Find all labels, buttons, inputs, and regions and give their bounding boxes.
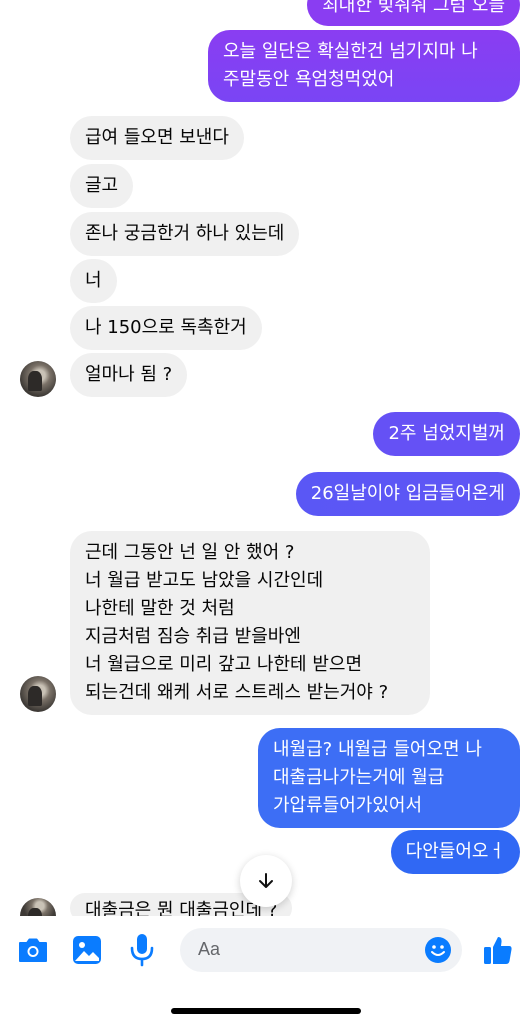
contact-avatar[interactable] (20, 361, 56, 397)
message-bubble-incoming[interactable]: 존나 궁금한거 하나 있는데 (70, 212, 300, 256)
message-bubble-incoming[interactable]: 너 (70, 259, 117, 303)
like-button[interactable] (480, 932, 516, 968)
message-bubble-outgoing[interactable]: 26일날이야 입금들어온게 (295, 472, 520, 516)
contact-avatar[interactable] (20, 898, 56, 918)
message-input[interactable]: Aa (180, 928, 462, 972)
message-input-placeholder: Aa (198, 939, 221, 959)
arrow-down-icon (259, 873, 273, 888)
home-indicator (171, 1008, 361, 1014)
scroll-to-bottom-button[interactable] (240, 855, 292, 907)
message-bubble-outgoing[interactable]: 내월급? 내월급 들어오면 나 대출금나가는거에 월급 가압류들어가있어서 (258, 728, 520, 828)
gallery-icon (73, 936, 101, 964)
contact-avatar[interactable] (20, 676, 56, 712)
camera-icon (19, 938, 47, 962)
like-icon (484, 937, 512, 964)
message-bubble-incoming[interactable]: 근데 그동안 넌 일 안 했어 ? 너 월급 받고도 남았을 시간인데 나한테 … (70, 531, 430, 715)
microphone-icon (130, 934, 154, 967)
voice-button[interactable] (124, 932, 160, 968)
message-bubble-incoming[interactable]: 나 150으로 독촉한거 (70, 306, 262, 350)
gallery-button[interactable] (69, 932, 105, 968)
message-bubble-incoming[interactable]: 얼마나 됨 ? (70, 353, 188, 397)
chat-screen: 최대한 빚줘줘 그럼 오늘 오늘 일단은 확실한건 넘기지마 나 주말동안 욕엄… (0, 0, 528, 1024)
camera-button[interactable] (15, 932, 51, 968)
message-bubble-incoming[interactable]: 글고 (70, 164, 134, 208)
message-bubble-incoming[interactable]: 급여 들오면 보낸다 (70, 116, 244, 160)
emoji-icon[interactable] (424, 936, 452, 964)
message-bubble-outgoing[interactable]: 오늘 일단은 확실한건 넘기지마 나 주말동안 욕엄청먹었어 (208, 30, 520, 102)
message-bubble-outgoing[interactable]: 최대한 빚줘줘 그럼 오늘 (307, 0, 520, 26)
message-bubble-outgoing[interactable]: 다안들어오ㅓ (390, 830, 520, 874)
message-bubble-outgoing[interactable]: 2주 넘었지벌꺼 (373, 412, 520, 456)
